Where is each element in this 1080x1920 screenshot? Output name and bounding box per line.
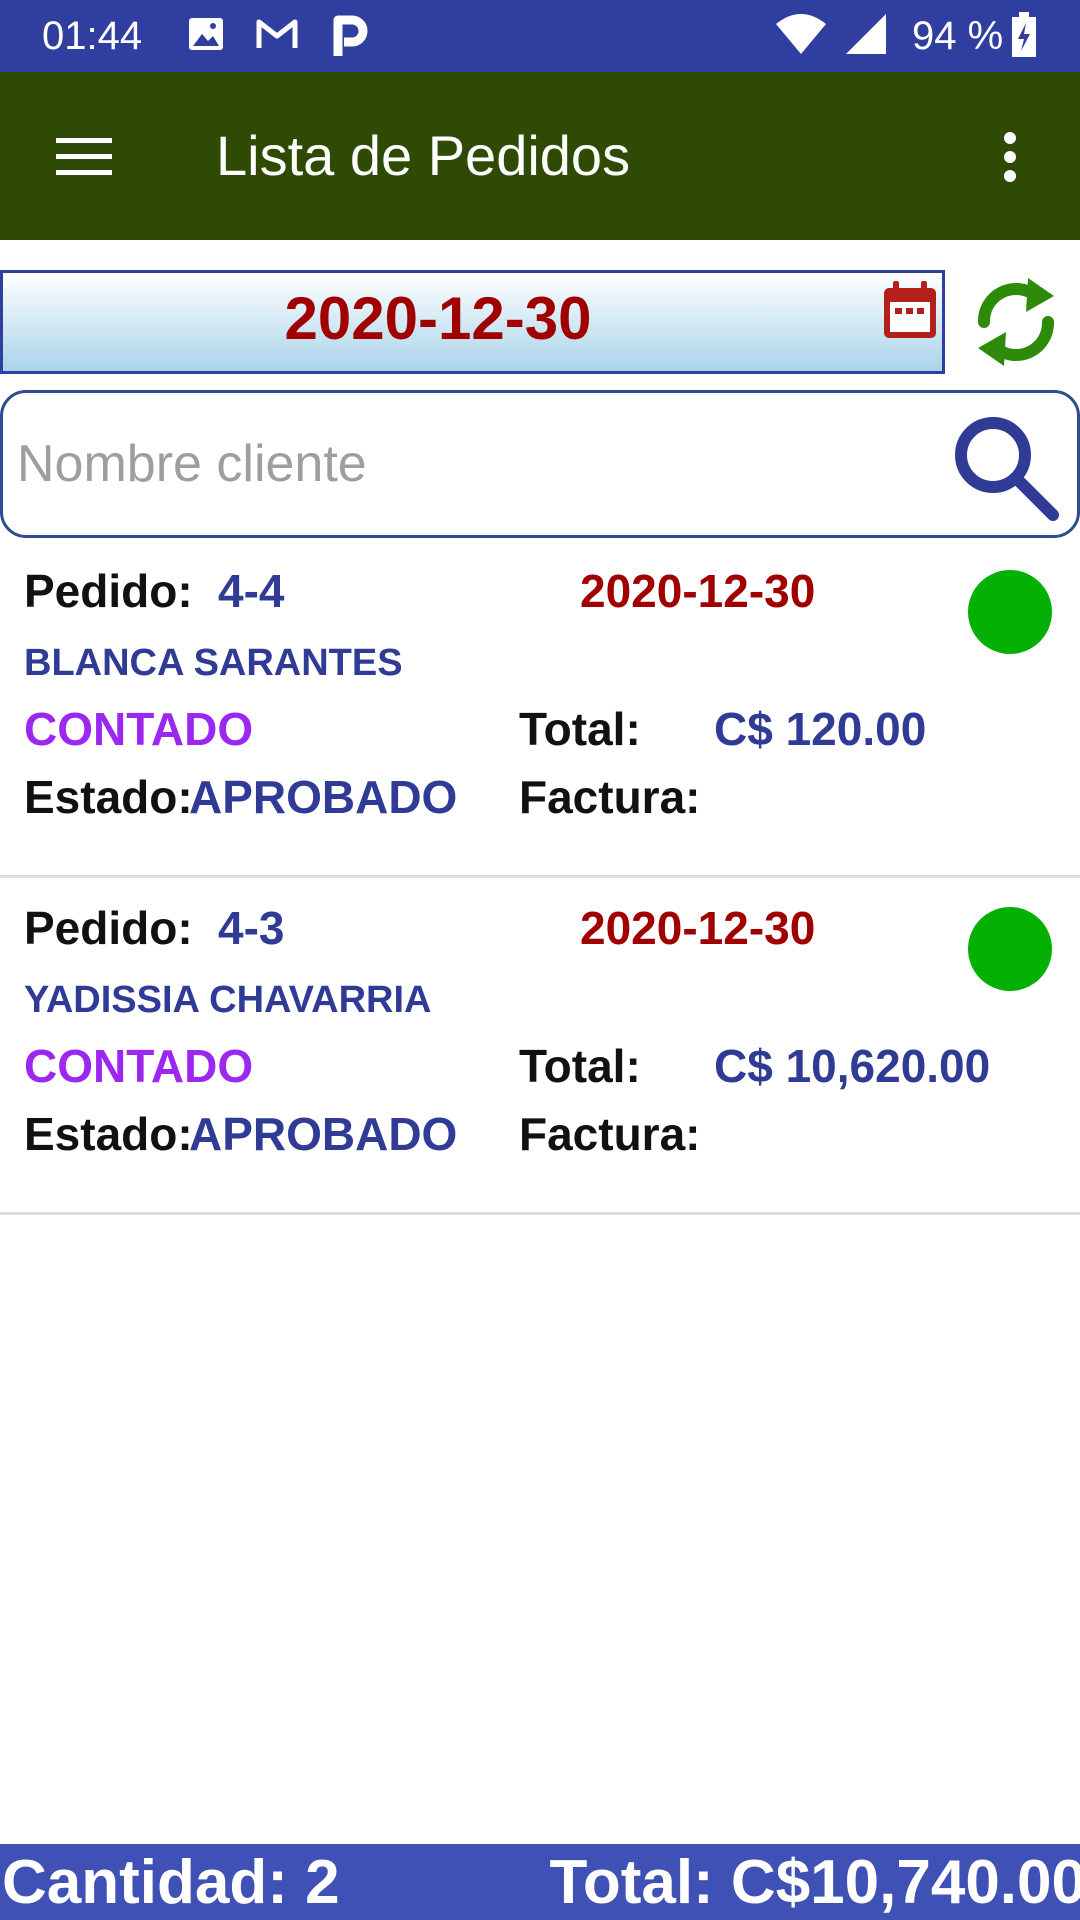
total-label: Total: — [519, 703, 641, 755]
status-time: 01:44 — [42, 14, 143, 58]
order-item[interactable]: Pedido: 4-3 2020-12-30 YADISSIA CHAVARRI… — [0, 877, 1080, 1215]
client-name: BLANCA SARANTES — [24, 642, 403, 684]
gmail-icon — [256, 14, 298, 59]
refresh-button[interactable] — [964, 268, 1068, 378]
p-app-icon — [332, 14, 368, 63]
menu-button[interactable] — [36, 108, 132, 204]
order-date: 2020-12-30 — [580, 902, 816, 954]
payment-type: CONTADO — [24, 703, 254, 755]
status-indicator-dot — [968, 570, 1052, 654]
order-status: APROBADO — [189, 771, 458, 823]
order-status: APROBADO — [189, 1108, 458, 1160]
status-bar: 01:44 94 % — [0, 0, 1080, 72]
order-number-label: Pedido: — [24, 902, 193, 954]
calendar-icon[interactable] — [881, 279, 939, 346]
wifi-icon — [776, 14, 826, 61]
order-total: C$ 120.00 — [714, 703, 927, 755]
payment-type: CONTADO — [24, 1040, 254, 1092]
selected-date: 2020-12-30 — [284, 285, 592, 352]
image-icon — [188, 14, 224, 59]
battery-percent: 94 % — [912, 14, 1004, 58]
grand-total: Total: C$10,740.00 — [549, 1848, 1080, 1917]
status-indicator-dot — [968, 907, 1052, 991]
status-label: Estado: — [24, 1108, 193, 1160]
invoice-label: Factura: — [519, 771, 701, 823]
hamburger-icon — [56, 136, 112, 183]
order-number: 4-4 — [218, 565, 285, 617]
search-button[interactable] — [945, 407, 1065, 527]
refresh-icon — [970, 274, 1062, 375]
page-title: Lista de Pedidos — [216, 124, 631, 187]
client-name: YADISSIA CHAVARRIA — [24, 979, 432, 1021]
status-label: Estado: — [24, 771, 193, 823]
search-icon — [949, 411, 1061, 528]
order-total: C$ 10,620.00 — [714, 1040, 991, 1092]
order-item[interactable]: Pedido: 4-4 2020-12-30 BLANCA SARANTES C… — [0, 540, 1080, 878]
client-search-input[interactable] — [17, 423, 917, 505]
signal-icon — [844, 14, 888, 61]
order-date: 2020-12-30 — [580, 565, 816, 617]
app-bar: Lista de Pedidos — [0, 72, 1080, 240]
invoice-label: Factura: — [519, 1108, 701, 1160]
search-box — [0, 390, 1080, 538]
total-label: Total: — [519, 1040, 641, 1092]
summary-footer: Cantidad: 2 Total: C$10,740.00 — [0, 1844, 1080, 1920]
overflow-menu-button[interactable] — [984, 108, 1044, 204]
order-count: Cantidad: 2 — [2, 1848, 340, 1917]
more-vert-icon — [1002, 132, 1018, 187]
date-picker[interactable]: 2020-12-30 — [0, 270, 945, 374]
order-number: 4-3 — [218, 902, 285, 954]
order-number-label: Pedido: — [24, 565, 193, 617]
battery-charging-icon — [1010, 12, 1038, 63]
